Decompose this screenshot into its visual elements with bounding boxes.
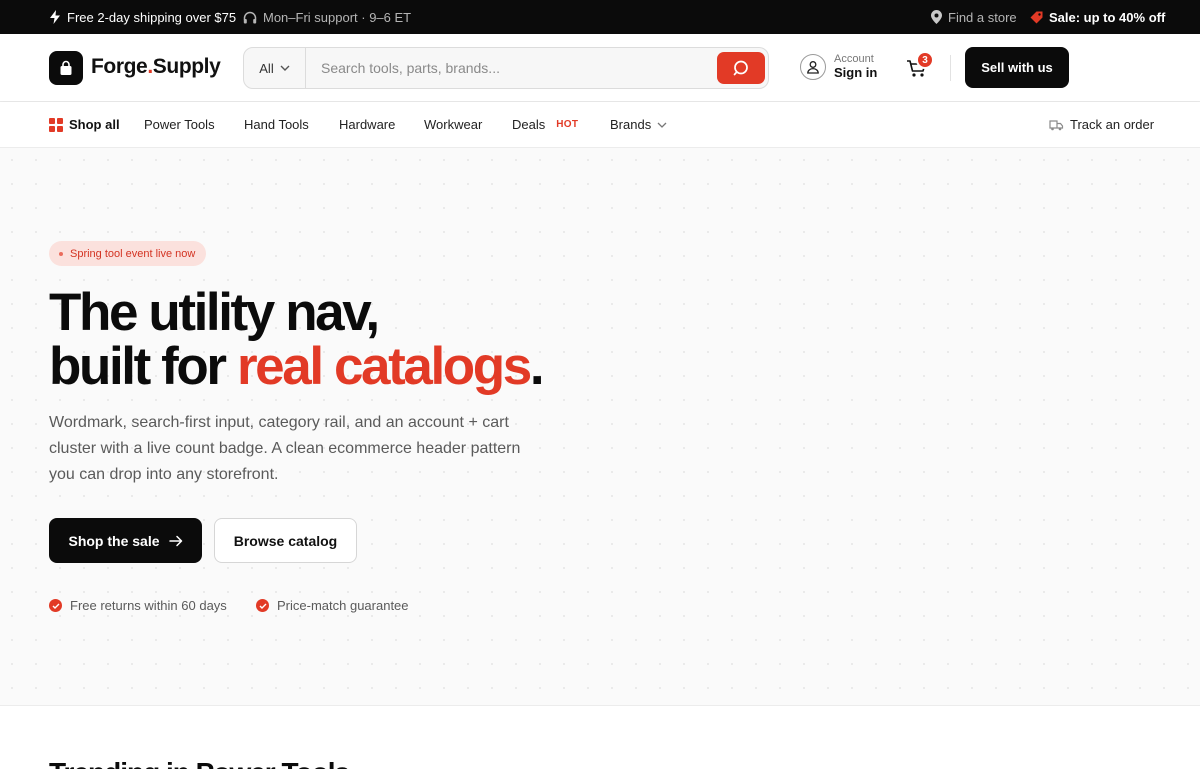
headphones-icon	[243, 11, 257, 23]
nav-item-power-tools[interactable]: Power Tools	[144, 102, 215, 147]
search-button[interactable]	[717, 52, 765, 84]
brand-name: Forge	[91, 55, 148, 78]
shopping-bag-icon	[60, 60, 72, 75]
hot-tag: HOT	[556, 119, 579, 130]
account-text: Account Sign in	[834, 54, 877, 79]
find-store-text: Find a store	[948, 9, 1017, 25]
shop-sale-button[interactable]: Shop the sale	[49, 518, 202, 563]
top-utility-bar: Free 2-day shipping over $75 Mon–Fri sup…	[0, 0, 1200, 34]
event-pill-text: Spring tool event live now	[70, 247, 196, 260]
truck-icon	[1049, 119, 1064, 130]
nav-item-workwear[interactable]: Workwear	[424, 102, 482, 147]
nav-item-deals[interactable]: Deals HOT	[512, 102, 578, 147]
support-text: Mon–Fri support · 9–6 ET	[263, 9, 412, 25]
chevron-down-icon	[657, 122, 667, 128]
nav-item-hardware[interactable]: Hardware	[339, 102, 395, 147]
search-category-select[interactable]: All	[244, 48, 306, 88]
account-link[interactable]: Account Sign in	[800, 54, 877, 80]
location-pin-icon	[931, 10, 942, 24]
hero-subtext: Wordmark, search-first input, category r…	[49, 414, 521, 483]
hero-headline: The utility nav, built for real catalogs…	[49, 283, 545, 396]
main-header: Forge.Supply All Account Sign in 3 Sell …	[0, 34, 1200, 102]
grid-icon	[49, 117, 63, 132]
arrow-right-icon	[168, 535, 182, 546]
search-category-label: All	[259, 60, 274, 76]
perk-price-match-text: Price-match guarantee	[277, 598, 409, 613]
nav-item-hand-tools[interactable]: Hand Tools	[244, 102, 309, 147]
nav-shop-all[interactable]: Shop all	[49, 102, 120, 147]
sale-link[interactable]: Sale: up to 40% off	[1030, 0, 1165, 34]
lightning-icon	[50, 10, 60, 24]
check-icon	[256, 599, 269, 612]
headline-line-2: built for real catalogs.	[49, 337, 545, 396]
sign-in-label: Sign in	[834, 64, 878, 80]
cart-count-badge: 3	[916, 51, 934, 69]
tag-icon	[1030, 11, 1043, 23]
check-icon	[49, 599, 62, 612]
nav-item-brands-label: Brands	[610, 117, 652, 132]
hero-section: Spring tool event live now The utility n…	[0, 148, 1200, 706]
brand-wordmark[interactable]: Forge.Supply	[91, 55, 221, 79]
headline-accent: real catalogs	[236, 337, 532, 396]
headline-line-1: The utility nav,	[49, 283, 380, 342]
logo-mark[interactable]	[49, 51, 83, 85]
pill-dot	[59, 251, 63, 256]
search-icon	[733, 60, 748, 76]
nav-item-deals-label: Deals	[512, 117, 546, 132]
sale-text: Sale: up to 40% off	[1049, 9, 1166, 25]
trending-section-title: Trending in Power Tools	[49, 757, 350, 769]
perk-free-returns-text: Free returns within 60 days	[70, 598, 227, 613]
support-hours: Mon–Fri support · 9–6 ET	[243, 0, 411, 34]
search-input[interactable]	[307, 48, 712, 88]
perk-free-returns: Free returns within 60 days	[49, 598, 227, 613]
nav-shop-all-label: Shop all	[69, 117, 120, 132]
headline-plain: built for	[49, 337, 237, 396]
shipping-text: Free 2-day shipping over $75	[67, 9, 237, 25]
sell-with-us-button[interactable]: Sell with us	[965, 47, 1069, 88]
track-order-text: Track an order	[1070, 117, 1155, 132]
user-icon	[807, 61, 819, 74]
category-nav: Shop all Power Tools Hand Tools Hardware…	[0, 102, 1200, 148]
header-divider	[950, 55, 951, 81]
shop-sale-label: Shop the sale	[68, 532, 160, 549]
chevron-down-icon	[280, 65, 290, 71]
event-pill[interactable]: Spring tool event live now	[49, 241, 207, 266]
brand-suffix: Supply	[152, 55, 221, 78]
headline-period: .	[529, 337, 545, 396]
avatar	[800, 54, 826, 80]
browse-catalog-button[interactable]: Browse catalog	[214, 518, 357, 563]
nav-item-brands[interactable]: Brands	[610, 102, 667, 147]
track-order-link[interactable]: Track an order	[1049, 102, 1154, 147]
shipping-notice: Free 2-day shipping over $75	[49, 0, 236, 34]
perk-price-match: Price-match guarantee	[256, 598, 409, 613]
find-store-link[interactable]: Find a store	[931, 0, 1017, 34]
search-bar: All	[243, 47, 769, 89]
